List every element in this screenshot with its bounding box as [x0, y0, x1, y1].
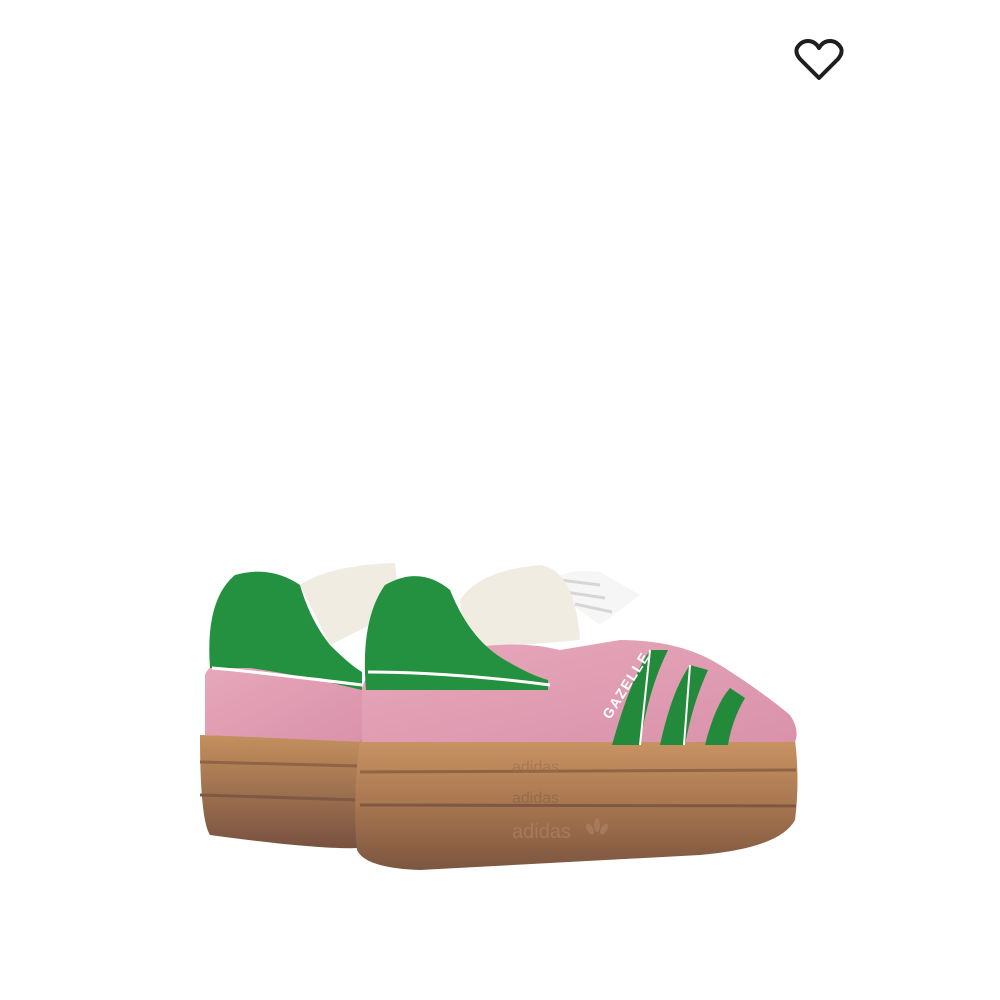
wishlist-button[interactable]: [790, 36, 848, 84]
sole-brand-top: adidas: [512, 759, 559, 776]
product-image-viewer: GAZELLE adidas adidas adidas: [0, 0, 1000, 1000]
sole-brand-bottom: adidas: [512, 821, 571, 843]
product-image: GAZELLE adidas adidas adidas: [199, 563, 798, 870]
sole-brand-middle: adidas: [512, 790, 559, 807]
heart-outline-icon: [794, 39, 844, 80]
right-sneaker: GAZELLE adidas adidas adidas: [355, 565, 798, 870]
